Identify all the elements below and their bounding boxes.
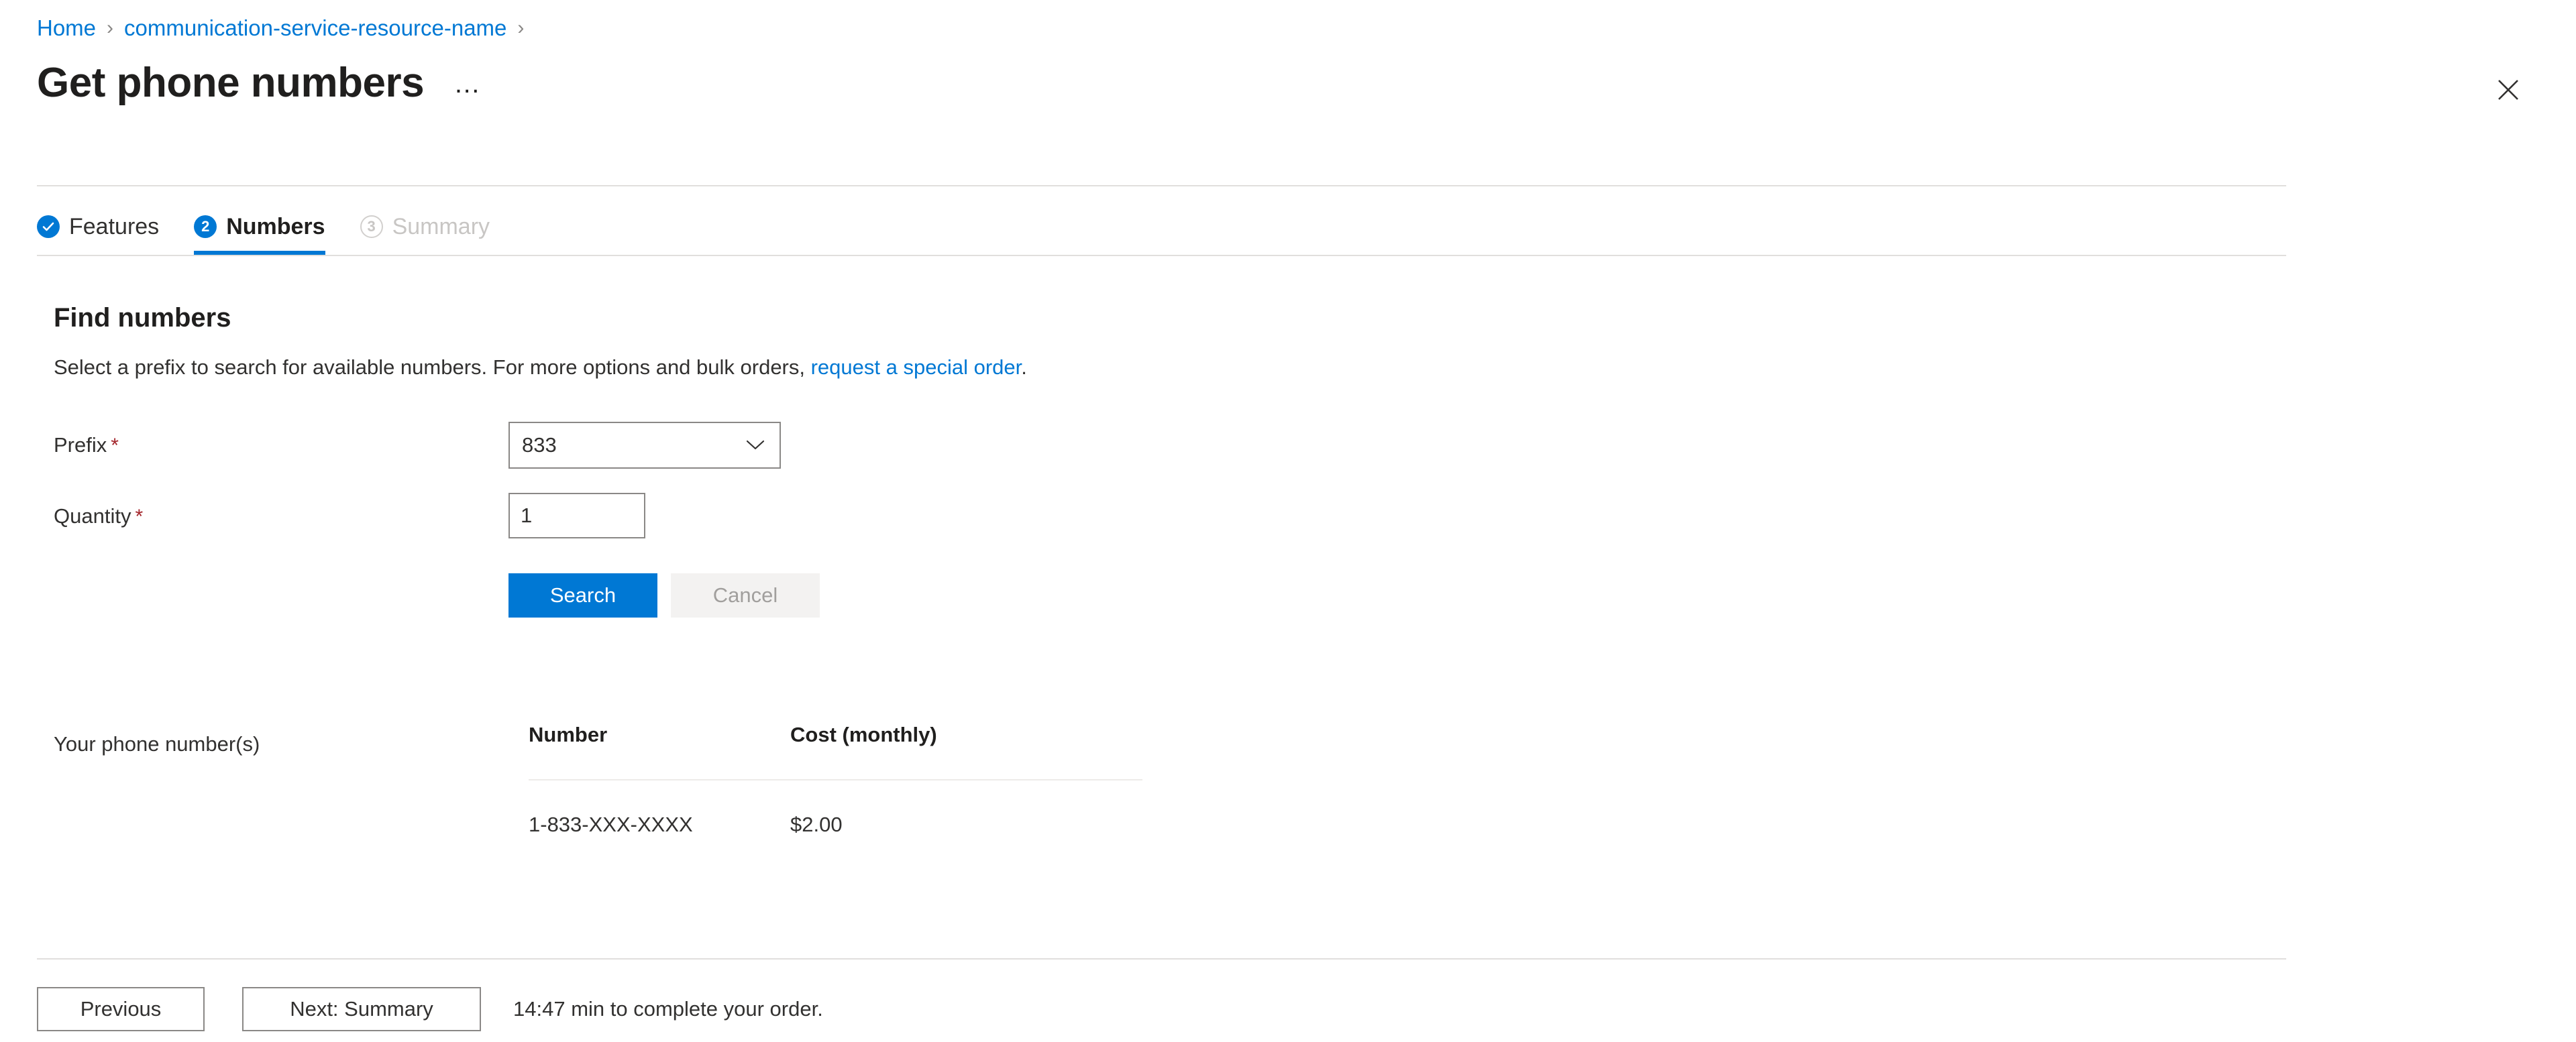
- wizard-tabs: Features 2 Numbers 3 Summary: [37, 198, 490, 256]
- divider-above-tabs: [37, 185, 2286, 186]
- check-circle-icon: [37, 215, 60, 238]
- column-header-number: Number: [529, 723, 790, 780]
- step-number-badge: 3: [360, 215, 383, 238]
- page-title: Get phone numbers: [37, 60, 425, 106]
- more-options-ellipsis-icon[interactable]: …: [453, 70, 482, 97]
- prefix-label-text: Prefix: [54, 433, 107, 457]
- previous-button[interactable]: Previous: [37, 987, 205, 1031]
- prefix-select-value: 833: [522, 433, 557, 457]
- tab-summary[interactable]: 3 Summary: [360, 198, 490, 255]
- tab-numbers[interactable]: 2 Numbers: [194, 198, 325, 255]
- required-asterisk: *: [111, 435, 119, 457]
- column-header-cost: Cost (monthly): [790, 723, 1142, 780]
- tab-features[interactable]: Features: [37, 198, 159, 255]
- prefix-select[interactable]: 833: [508, 422, 781, 469]
- divider-above-footer: [37, 958, 2286, 960]
- table-row: 1-833-XXX-XXXX $2.00: [529, 780, 1142, 837]
- quantity-label: Quantity *: [54, 504, 143, 530]
- prefix-label: Prefix *: [54, 432, 119, 459]
- cell-cost: $2.00: [790, 813, 843, 836]
- quantity-label-text: Quantity: [54, 504, 131, 528]
- search-button[interactable]: Search: [508, 573, 657, 618]
- next-summary-button[interactable]: Next: Summary: [242, 987, 481, 1031]
- title-row: Get phone numbers …: [37, 59, 482, 107]
- section-description: Select a prefix to search for available …: [54, 353, 1027, 382]
- tab-summary-label: Summary: [392, 214, 490, 239]
- search-actions: Search Cancel: [508, 573, 820, 618]
- close-icon[interactable]: [2491, 72, 2526, 107]
- required-asterisk: *: [135, 506, 144, 528]
- table-header-row: Number Cost (monthly): [529, 723, 1142, 780]
- section-title: Find numbers: [54, 303, 231, 333]
- tab-features-label: Features: [69, 214, 160, 239]
- section-description-period: .: [1021, 355, 1027, 379]
- quantity-input[interactable]: [508, 493, 645, 538]
- wizard-footer: Previous Next: Summary 14:47 min to comp…: [37, 987, 823, 1031]
- phone-numbers-table: Number Cost (monthly) 1-833-XXX-XXXX $2.…: [529, 723, 1142, 837]
- breadcrumb: Home › communication-service-resource-na…: [37, 15, 535, 42]
- section-description-text: Select a prefix to search for available …: [54, 355, 811, 379]
- breadcrumb-item-resource[interactable]: communication-service-resource-name: [124, 15, 506, 42]
- special-order-link[interactable]: request a special order: [811, 355, 1022, 379]
- results-label: Your phone number(s): [54, 732, 260, 756]
- tab-numbers-label: Numbers: [226, 214, 325, 239]
- step-number-badge: 2: [194, 215, 217, 238]
- tab-active-underline: [194, 251, 325, 255]
- cell-number: 1-833-XXX-XXXX: [529, 813, 693, 836]
- breadcrumb-item-home[interactable]: Home: [37, 15, 96, 42]
- cancel-button: Cancel: [671, 573, 820, 618]
- breadcrumb-separator-icon: ›: [517, 17, 525, 39]
- chevron-down-icon: [746, 439, 780, 451]
- breadcrumb-separator-icon: ›: [107, 17, 114, 39]
- order-timer-note: 14:47 min to complete your order.: [513, 997, 823, 1021]
